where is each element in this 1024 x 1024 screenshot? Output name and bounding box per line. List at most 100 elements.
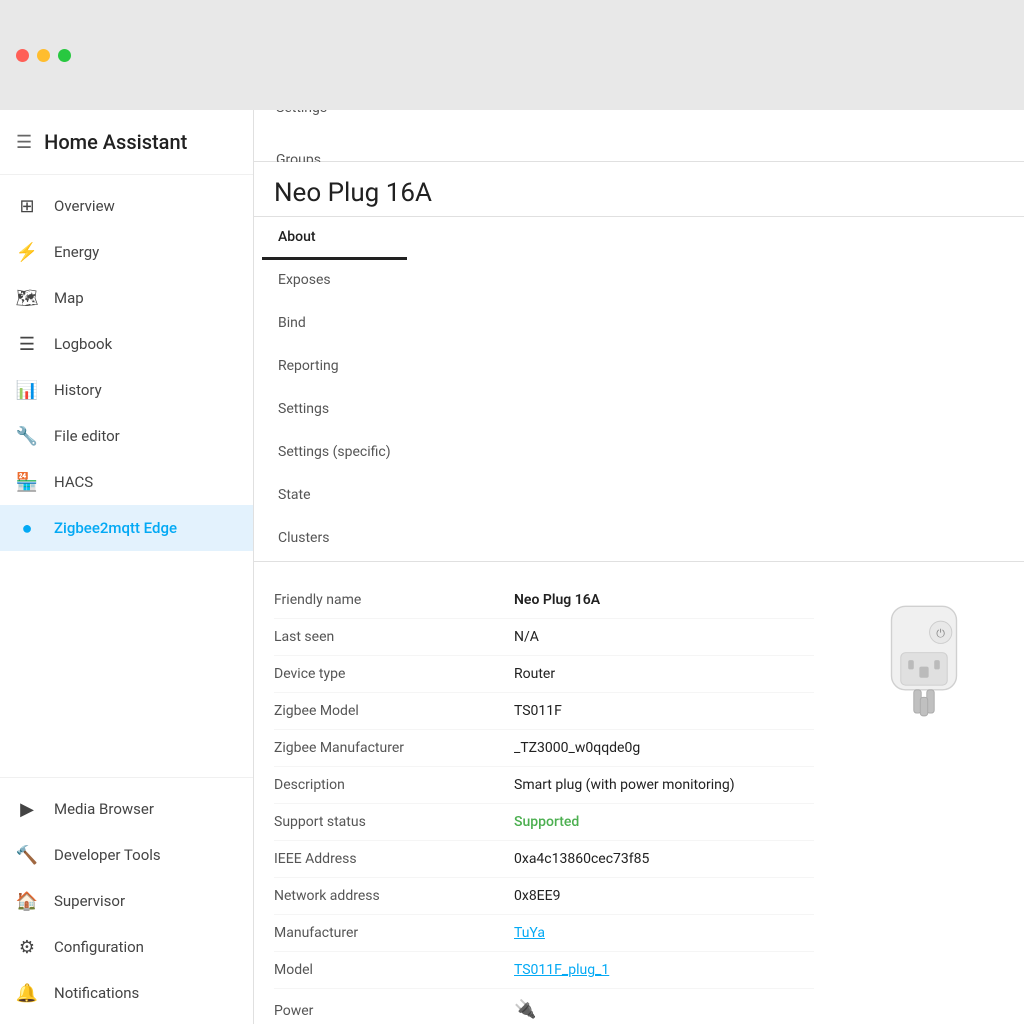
sidebar-label-zigbee2mqtt: Zigbee2mqtt Edge (54, 519, 177, 537)
menu-icon[interactable]: ☰ (16, 132, 32, 153)
field-label: Zigbee Manufacturer (274, 740, 514, 756)
table-row: Network address0x8EE9 (274, 878, 814, 915)
tab-about[interactable]: About (262, 217, 407, 260)
sidebar-label-logbook: Logbook (54, 335, 112, 353)
field-label: Description (274, 777, 514, 793)
title-bar (0, 0, 1024, 110)
tab-bind[interactable]: Bind (262, 303, 407, 346)
field-value: Neo Plug 16A (514, 592, 600, 608)
table-row: Zigbee ModelTS011F (274, 693, 814, 730)
tab-reporting[interactable]: Reporting (262, 346, 407, 389)
sidebar-item-developer-tools[interactable]: 🔨 Developer Tools (0, 832, 253, 878)
table-row: IEEE Address0xa4c13860cec73f85 (274, 841, 814, 878)
device-content: Friendly nameNeo Plug 16ALast seenN/ADev… (254, 562, 1024, 1024)
logbook-icon: ☰ (16, 333, 38, 355)
table-row: DescriptionSmart plug (with power monito… (274, 767, 814, 804)
field-value[interactable]: TuYa (514, 925, 545, 941)
sidebar-item-logbook[interactable]: ☰ Logbook (0, 321, 253, 367)
field-value[interactable]: TS011F_plug_1 (514, 962, 609, 978)
sidebar-label-notifications: Notifications (54, 984, 139, 1002)
main-content: Zigbee2MQTTDevicesDashboardMapSettingsGr… (254, 110, 1024, 1024)
table-row: ManufacturerTuYa (274, 915, 814, 952)
sidebar-title: Home Assistant (44, 130, 187, 154)
supervisor-icon: 🏠 (16, 890, 38, 912)
table-row: Power🔌 (274, 989, 814, 1024)
field-value: Smart plug (with power monitoring) (514, 777, 735, 793)
zigbee2mqtt-icon: ● (16, 517, 38, 539)
overview-icon: ⊞ (16, 195, 38, 217)
media-browser-icon: ▶ (16, 798, 38, 820)
top-nav-settings[interactable]: Settings (262, 110, 380, 136)
device-info-table: Friendly nameNeo Plug 16ALast seenN/ADev… (274, 582, 814, 1004)
sidebar-label-hacs: HACS (54, 473, 93, 491)
sidebar-item-configuration[interactable]: ⚙ Configuration (0, 924, 253, 970)
maximize-button[interactable] (58, 49, 71, 62)
field-label: Friendly name (274, 592, 514, 608)
sidebar-label-map: Map (54, 289, 84, 307)
field-label: Last seen (274, 629, 514, 645)
tab-clusters[interactable]: Clusters (262, 518, 407, 561)
field-label: Device type (274, 666, 514, 682)
device-image-area: ⏻ (844, 582, 1004, 1004)
field-label: Zigbee Model (274, 703, 514, 719)
page-title: Neo Plug 16A (274, 178, 1004, 208)
sidebar-item-map[interactable]: 🗺 Map (0, 275, 253, 321)
history-icon: 📊 (16, 379, 38, 401)
sidebar-item-history[interactable]: 📊 History (0, 367, 253, 413)
field-value: TS011F (514, 703, 562, 719)
sidebar-item-zigbee2mqtt[interactable]: ● Zigbee2mqtt Edge (0, 505, 253, 551)
sidebar-label-energy: Energy (54, 243, 99, 261)
sidebar-item-file-editor[interactable]: 🔧 File editor (0, 413, 253, 459)
sidebar-item-supervisor[interactable]: 🏠 Supervisor (0, 878, 253, 924)
sidebar-header: ☰ Home Assistant (0, 110, 253, 175)
sidebar-label-file-editor: File editor (54, 427, 120, 445)
field-value: 🔌 (514, 999, 536, 1020)
field-value: Supported (514, 814, 579, 830)
sidebar-item-overview[interactable]: ⊞ Overview (0, 183, 253, 229)
sidebar: ☰ Home Assistant ⊞ Overview ⚡ Energy 🗺 M… (0, 110, 254, 1024)
minimize-button[interactable] (37, 49, 50, 62)
sidebar-label-overview: Overview (54, 197, 115, 215)
sidebar-label-supervisor: Supervisor (54, 892, 125, 910)
sidebar-nav: ⊞ Overview ⚡ Energy 🗺 Map ☰ Logbook 📊 Hi… (0, 175, 253, 777)
hacs-icon: 🏪 (16, 471, 38, 493)
svg-text:⏻: ⏻ (936, 627, 945, 640)
sidebar-item-hacs[interactable]: 🏪 HACS (0, 459, 253, 505)
table-row: Friendly nameNeo Plug 16A (274, 582, 814, 619)
sidebar-label-media-browser: Media Browser (54, 800, 154, 818)
page-header: Neo Plug 16A (254, 162, 1024, 217)
tab-settings-specific[interactable]: Settings (specific) (262, 432, 407, 475)
table-row: Device typeRouter (274, 656, 814, 693)
close-button[interactable] (16, 49, 29, 62)
field-label: Support status (274, 814, 514, 830)
field-label: Model (274, 962, 514, 978)
field-value: 0xa4c13860cec73f85 (514, 851, 649, 867)
main-area: ☰ Home Assistant ⊞ Overview ⚡ Energy 🗺 M… (0, 110, 1024, 1024)
tabs-row: AboutExposesBindReportingSettingsSetting… (254, 217, 1024, 562)
file-editor-icon: 🔧 (16, 425, 38, 447)
map-icon: 🗺 (16, 287, 38, 309)
energy-icon: ⚡ (16, 241, 38, 263)
tab-exposes[interactable]: Exposes (262, 260, 407, 303)
field-label: Power (274, 1003, 514, 1019)
field-value: N/A (514, 629, 539, 645)
device-image: ⏻ (864, 592, 984, 732)
field-label: Network address (274, 888, 514, 904)
tab-state[interactable]: State (262, 475, 407, 518)
table-row: Support statusSupported (274, 804, 814, 841)
table-row: ModelTS011F_plug_1 (274, 952, 814, 989)
developer-tools-icon: 🔨 (16, 844, 38, 866)
field-value: _TZ3000_w0qqde0g (514, 740, 640, 756)
table-row: Zigbee Manufacturer_TZ3000_w0qqde0g (274, 730, 814, 767)
sidebar-item-energy[interactable]: ⚡ Energy (0, 229, 253, 275)
sidebar-label-history: History (54, 381, 102, 399)
sidebar-item-notifications[interactable]: 🔔 Notifications (0, 970, 253, 1016)
sidebar-label-configuration: Configuration (54, 938, 144, 956)
app-window: ☰ Home Assistant ⊞ Overview ⚡ Energy 🗺 M… (0, 0, 1024, 1024)
table-row: Last seenN/A (274, 619, 814, 656)
sidebar-item-media-browser[interactable]: ▶ Media Browser (0, 786, 253, 832)
field-value: 0x8EE9 (514, 888, 560, 904)
sidebar-label-developer-tools: Developer Tools (54, 846, 161, 864)
tab-settings[interactable]: Settings (262, 389, 407, 432)
field-value: Router (514, 666, 555, 682)
